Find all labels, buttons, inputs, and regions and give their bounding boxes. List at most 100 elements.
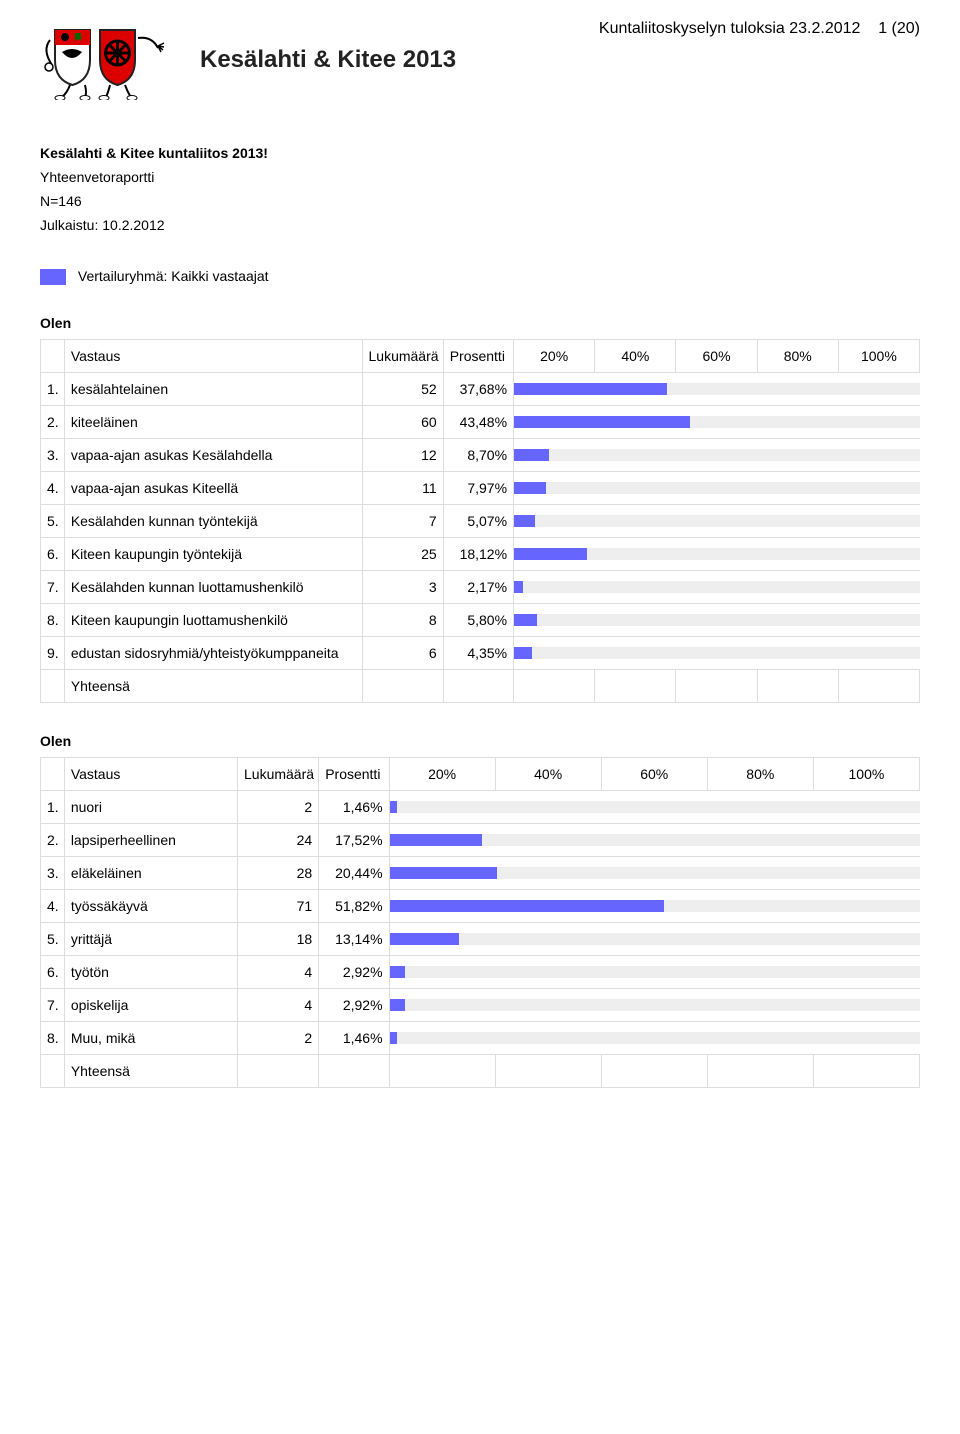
- header-right: Kuntaliitoskyselyn tuloksia 23.2.2012 1 …: [599, 20, 920, 38]
- table-row: 2.kiteeläinen6043,48%: [41, 406, 920, 439]
- row-index: 6.: [41, 956, 65, 989]
- row-index: 4.: [41, 890, 65, 923]
- row-index: 5.: [41, 505, 65, 538]
- col-step: 100%: [838, 340, 919, 373]
- row-percent: 51,82%: [319, 890, 389, 923]
- col-percent: Prosentti: [319, 758, 389, 791]
- col-step: 40%: [495, 758, 601, 791]
- table-total-row: Yhteensä: [41, 670, 920, 703]
- bar-segment: [813, 890, 919, 923]
- bar-segment: [595, 571, 676, 604]
- page: Kesälahti & Kitee 2013 Kuntaliitoskysely…: [0, 0, 960, 1128]
- col-idx: [41, 758, 65, 791]
- results-table: VastausLukumääräProsentti20%40%60%80%100…: [40, 339, 920, 703]
- row-count: 2: [238, 791, 319, 824]
- logo-title-group: Kesälahti & Kitee 2013: [40, 20, 456, 100]
- row-label: vapaa-ajan asukas Kesälahdella: [64, 439, 362, 472]
- bar-segment: [707, 857, 813, 890]
- bar-segment: [838, 439, 919, 472]
- bar-segment: [757, 472, 838, 505]
- row-percent: 17,52%: [319, 824, 389, 857]
- bar-segment: [595, 604, 676, 637]
- row-label: yrittäjä: [64, 923, 237, 956]
- row-count: 8: [362, 604, 443, 637]
- total-label: Yhteensä: [64, 670, 362, 703]
- bar-segment: [389, 824, 495, 857]
- bar-segment: [707, 791, 813, 824]
- bar-segment: [389, 857, 495, 890]
- row-label: opiskelija: [64, 989, 237, 1022]
- bar-segment: [601, 989, 707, 1022]
- row-label: lapsiperheellinen: [64, 824, 237, 857]
- row-count: 12: [362, 439, 443, 472]
- bar-segment: [595, 373, 676, 406]
- row-percent: 7,97%: [443, 472, 513, 505]
- row-percent: 43,48%: [443, 406, 513, 439]
- row-count: 60: [362, 406, 443, 439]
- bar-segment: [707, 1022, 813, 1055]
- row-percent: 1,46%: [319, 791, 389, 824]
- table-row: 4.työssäkäyvä7151,82%: [41, 890, 920, 923]
- bar-segment: [757, 538, 838, 571]
- row-count: 3: [362, 571, 443, 604]
- table-header-row: VastausLukumääräProsentti20%40%60%80%100…: [41, 340, 920, 373]
- bar-segment: [601, 890, 707, 923]
- bar-segment: [595, 406, 676, 439]
- comparison-group: Vertailuryhmä: Kaikki vastaajat: [40, 268, 920, 285]
- bar-segment: [601, 791, 707, 824]
- row-index: 7.: [41, 571, 65, 604]
- row-label: Muu, mikä: [64, 1022, 237, 1055]
- table-total-row: Yhteensä: [41, 1055, 920, 1088]
- page-indicator: 1 (20): [878, 20, 920, 37]
- col-count: Lukumäärä: [238, 758, 319, 791]
- bar-segment: [389, 923, 495, 956]
- bar-segment: [601, 956, 707, 989]
- row-label: Kesälahden kunnan työntekijä: [64, 505, 362, 538]
- table-row: 4.vapaa-ajan asukas Kiteellä117,97%: [41, 472, 920, 505]
- col-step: 20%: [514, 340, 595, 373]
- bar-segment: [514, 472, 595, 505]
- question-title: Olen: [40, 733, 920, 749]
- bar-segment: [514, 604, 595, 637]
- col-step: 60%: [601, 758, 707, 791]
- header: Kesälahti & Kitee 2013 Kuntaliitoskysely…: [40, 20, 920, 100]
- table-row: 3.vapaa-ajan asukas Kesälahdella128,70%: [41, 439, 920, 472]
- row-percent: 37,68%: [443, 373, 513, 406]
- bar-segment: [601, 923, 707, 956]
- bar-segment: [595, 637, 676, 670]
- table-row: 8.Muu, mikä21,46%: [41, 1022, 920, 1055]
- row-count: 24: [238, 824, 319, 857]
- col-step: 40%: [595, 340, 676, 373]
- bar-segment: [838, 373, 919, 406]
- bar-segment: [757, 439, 838, 472]
- bar-segment: [676, 604, 757, 637]
- bar-segment: [757, 604, 838, 637]
- survey-title: Kesälahti & Kitee kuntaliitos 2013!: [40, 145, 920, 161]
- bar-segment: [838, 604, 919, 637]
- row-count: 7: [362, 505, 443, 538]
- col-count: Lukumäärä: [362, 340, 443, 373]
- row-label: Kesälahden kunnan luottamushenkilö: [64, 571, 362, 604]
- bar-segment: [813, 923, 919, 956]
- n-label: N=146: [40, 193, 920, 209]
- row-count: 4: [238, 956, 319, 989]
- row-index: 2.: [41, 406, 65, 439]
- bar-segment: [757, 406, 838, 439]
- row-count: 28: [238, 857, 319, 890]
- row-index: 1.: [41, 791, 65, 824]
- row-label: edustan sidosryhmiä/yhteistyökumppaneita: [64, 637, 362, 670]
- row-count: 18: [238, 923, 319, 956]
- bar-segment: [601, 824, 707, 857]
- bar-segment: [495, 1022, 601, 1055]
- bar-segment: [495, 923, 601, 956]
- row-index: 9.: [41, 637, 65, 670]
- row-index: 2.: [41, 824, 65, 857]
- bar-segment: [495, 890, 601, 923]
- bar-segment: [757, 373, 838, 406]
- table-row: 5.yrittäjä1813,14%: [41, 923, 920, 956]
- bar-segment: [601, 1022, 707, 1055]
- row-count: 52: [362, 373, 443, 406]
- row-label: työssäkäyvä: [64, 890, 237, 923]
- bar-segment: [676, 439, 757, 472]
- bar-segment: [813, 1022, 919, 1055]
